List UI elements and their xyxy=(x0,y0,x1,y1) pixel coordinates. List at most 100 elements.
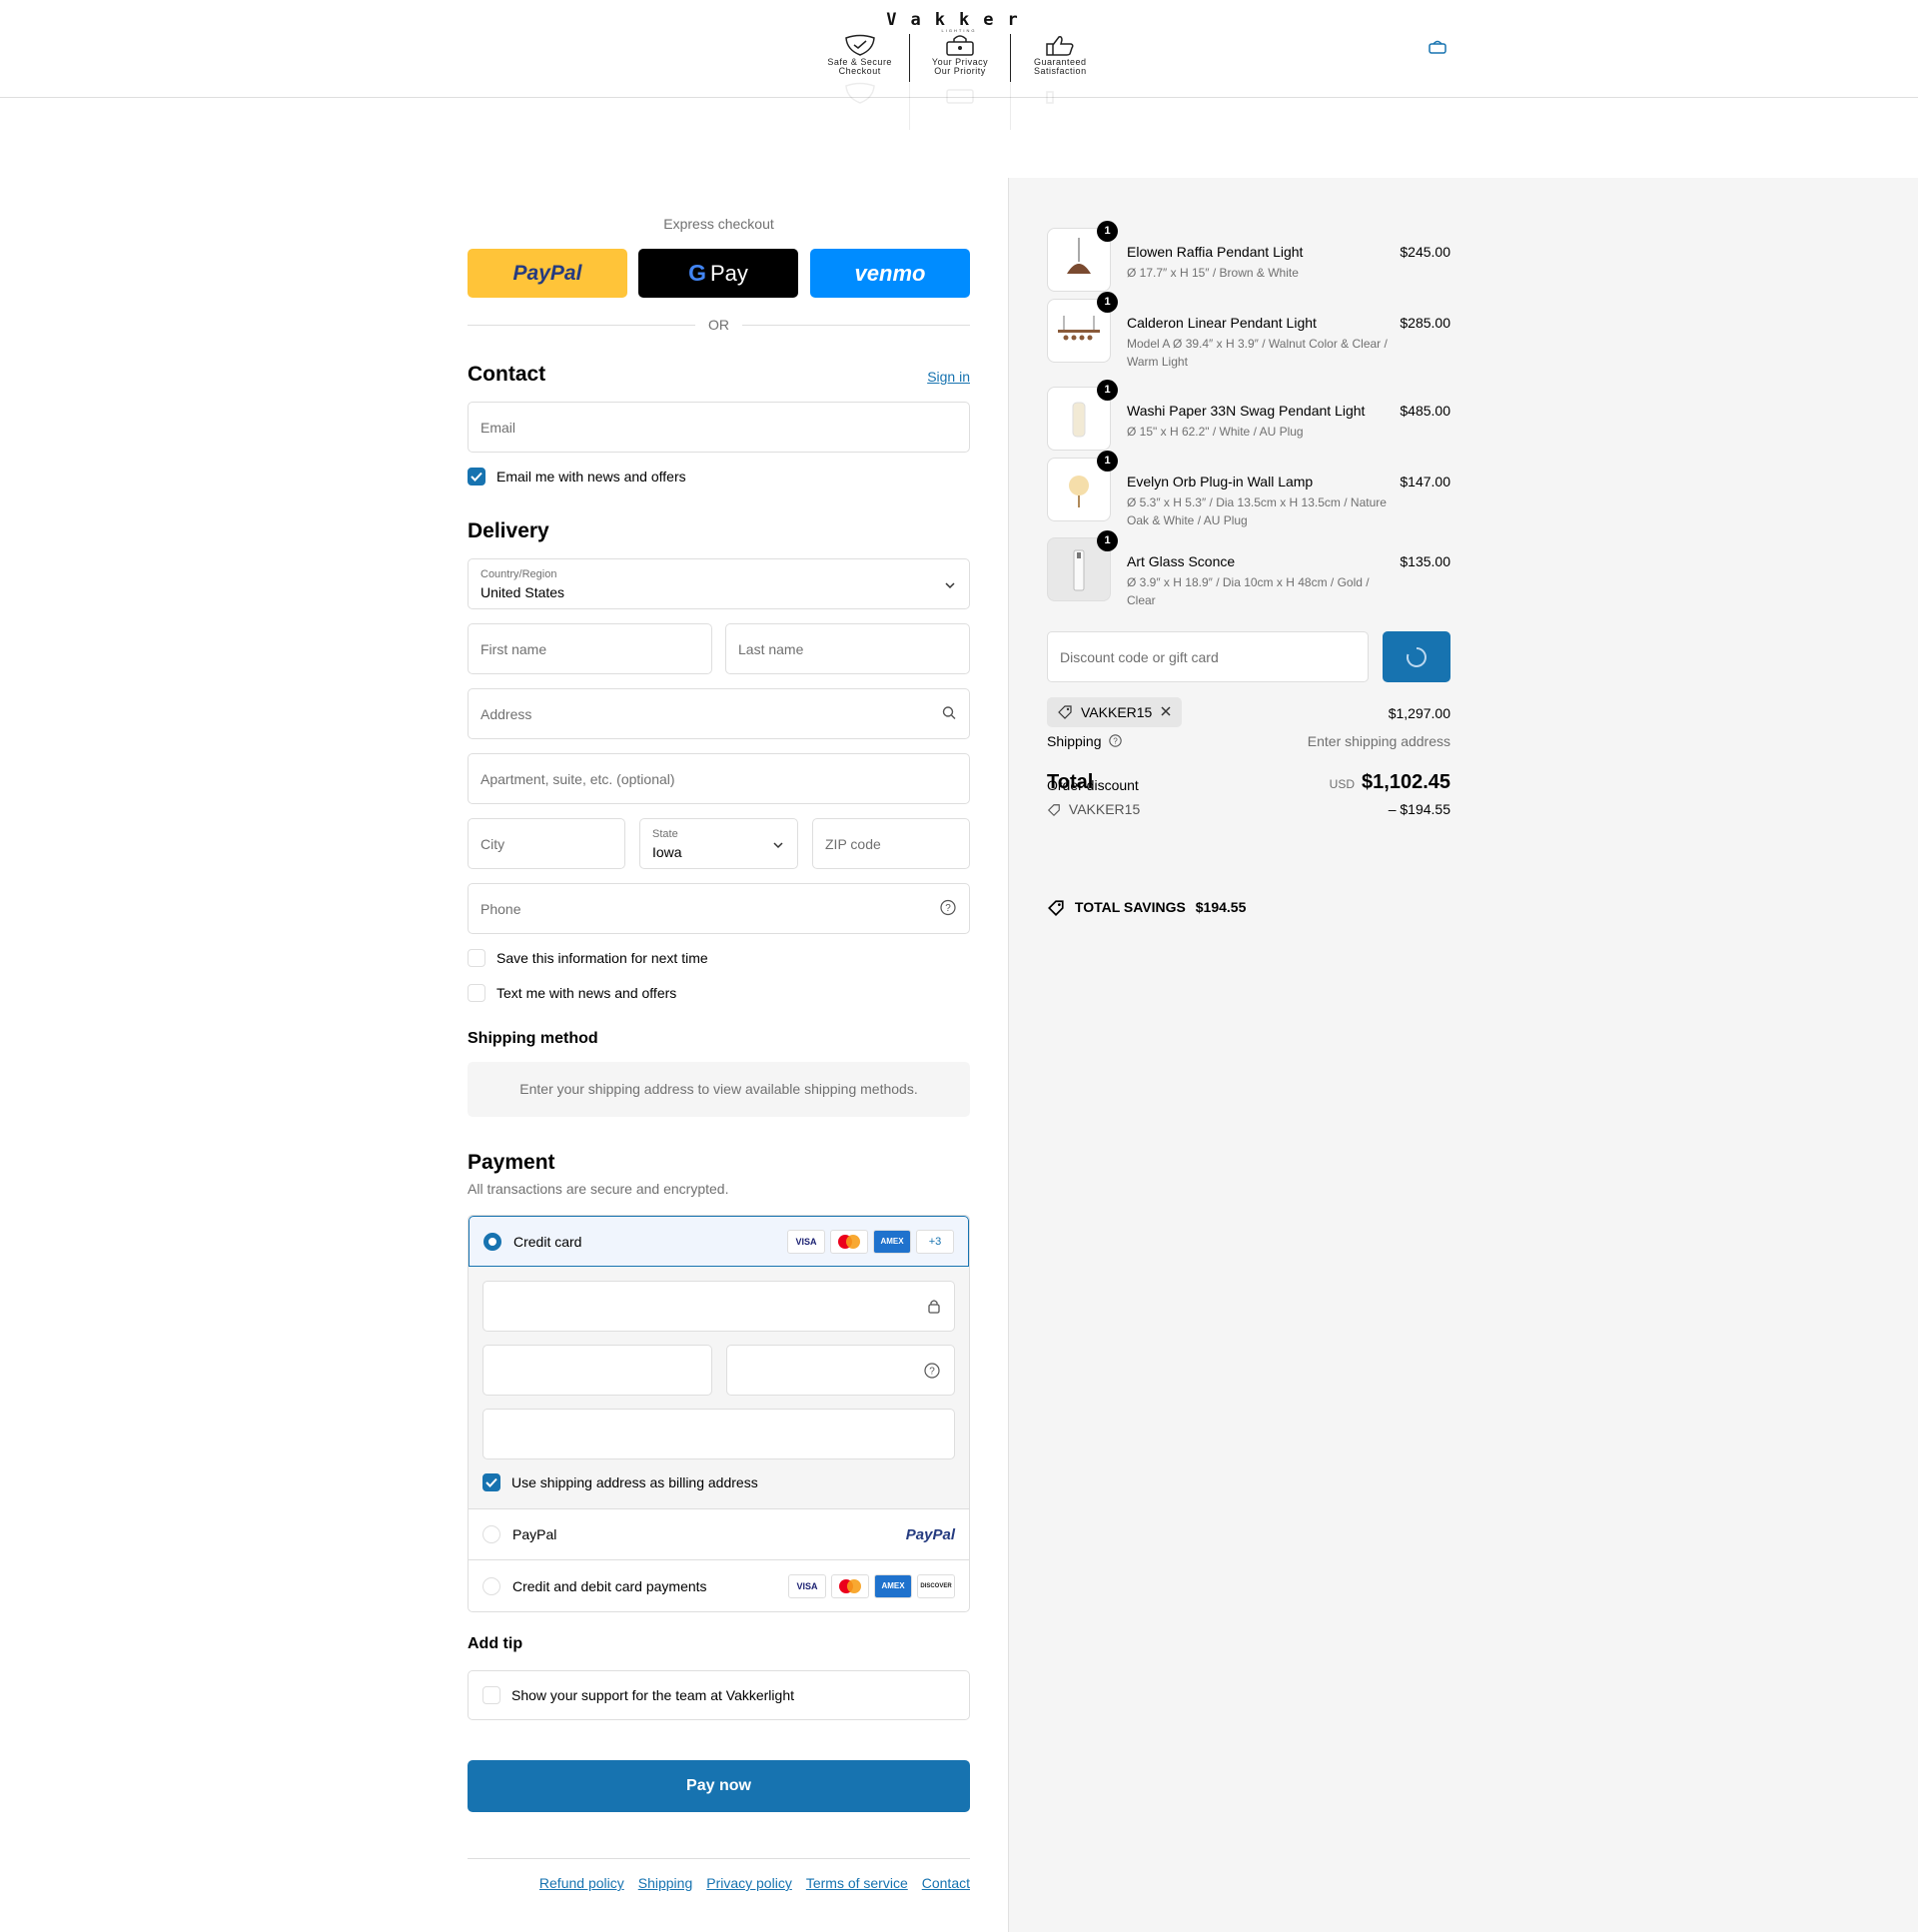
country-select[interactable]: Country/Region United States xyxy=(468,558,970,609)
billing-same-checkbox[interactable] xyxy=(482,1473,500,1491)
credit-card-radio[interactable] xyxy=(483,1232,501,1251)
remove-discount-icon[interactable] xyxy=(1160,704,1172,720)
contact-link[interactable]: Contact xyxy=(922,1875,970,1891)
footer-divider xyxy=(468,1858,970,1859)
credit-card-option[interactable]: Credit card VISA AMEX +3 xyxy=(469,1216,969,1267)
billing-same-label: Use shipping address as billing address xyxy=(511,1474,758,1490)
total-row: Total Order discount USD $1,102.45 xyxy=(1047,771,1450,801)
discount-code-input[interactable]: Discount code or gift card xyxy=(1047,631,1369,682)
paypal-express-button[interactable]: PayPal xyxy=(468,249,627,298)
email-news-checkbox-row[interactable]: Email me with news and offers xyxy=(468,468,686,485)
item-name: Art Glass Sconce xyxy=(1127,553,1236,569)
shopping-bag-icon[interactable] xyxy=(1429,40,1446,57)
phone-field[interactable]: Phone ? xyxy=(468,883,970,934)
amex-icon: AMEX xyxy=(873,1229,911,1254)
currency-label: USD xyxy=(1329,777,1355,791)
expiration-date-field[interactable] xyxy=(482,1345,712,1396)
help-circle-icon[interactable]: ? xyxy=(940,899,956,918)
subtotal-value: $1,297.00 xyxy=(1388,705,1450,721)
item-price: $135.00 xyxy=(1400,553,1450,569)
save-info-checkbox[interactable] xyxy=(468,949,485,967)
footer-links: Refund policy Shipping Privacy policy Te… xyxy=(539,1875,970,1891)
total-savings-label: TOTAL SAVINGS xyxy=(1074,899,1186,915)
paypal-option[interactable]: PayPal PayPal xyxy=(469,1509,969,1560)
mastercard-icon xyxy=(831,1573,869,1598)
lock-icon xyxy=(946,89,974,104)
badge-ghost xyxy=(1011,82,1110,152)
tip-checkbox-row[interactable]: Show your support for the team at Vakker… xyxy=(468,1670,970,1720)
discount-placeholder: Discount code or gift card xyxy=(1060,648,1219,665)
tag-icon xyxy=(1058,705,1072,719)
address-field[interactable]: Address xyxy=(468,688,970,739)
privacy-policy-link[interactable]: Privacy policy xyxy=(706,1875,792,1891)
paypal-logo: PayPal xyxy=(512,261,582,285)
brand-logo[interactable]: Vakker xyxy=(0,10,1918,30)
name-on-card-field[interactable] xyxy=(482,1409,955,1459)
debit-card-radio[interactable] xyxy=(482,1576,500,1595)
gpay-label: Pay xyxy=(709,260,748,286)
help-circle-icon[interactable]: ? xyxy=(1109,734,1123,750)
checkmark-icon xyxy=(485,1477,497,1487)
security-code-field[interactable]: ? xyxy=(726,1345,955,1396)
discover-icon: DISCOVER xyxy=(917,1573,955,1598)
line-item: 1 Evelyn Orb Plug-in Wall Lamp Ø 5.3″ x … xyxy=(1047,451,1450,527)
last-name-field[interactable]: Last name xyxy=(725,623,970,674)
email-field[interactable]: Email xyxy=(468,402,970,453)
badge-privacy: Your Privacy Our Priority xyxy=(910,34,1009,84)
search-icon xyxy=(942,705,956,722)
total-savings-value: $194.55 xyxy=(1195,899,1247,915)
apartment-placeholder: Apartment, suite, etc. (optional) xyxy=(480,770,675,787)
save-info-checkbox-row[interactable]: Save this information for next time xyxy=(468,949,708,967)
badge-line: Checkout xyxy=(838,66,881,76)
lock-icon xyxy=(946,35,974,56)
shipping-link[interactable]: Shipping xyxy=(638,1875,693,1891)
quantity-badge: 1 xyxy=(1097,451,1118,472)
thumbs-up-icon xyxy=(1046,36,1074,56)
discount-code-row-label: VAKKER15 xyxy=(1068,801,1141,817)
credit-card-label: Credit card xyxy=(513,1233,582,1250)
text-me-checkbox[interactable] xyxy=(468,984,485,1002)
shipping-method-message: Enter your shipping address to view avai… xyxy=(468,1062,970,1117)
shipping-row: Shipping ? Enter shipping address xyxy=(1047,733,1450,750)
email-placeholder: Email xyxy=(480,419,516,436)
terms-of-service-link[interactable]: Terms of service xyxy=(806,1875,908,1891)
email-news-checkbox[interactable] xyxy=(468,468,485,485)
shield-check-icon xyxy=(844,34,875,56)
refund-policy-link[interactable]: Refund policy xyxy=(539,1875,624,1891)
google-g-icon: G xyxy=(688,260,706,286)
save-info-label: Save this information for next time xyxy=(496,950,708,966)
item-variant: Ø 15" x H 62.2" / White / AU Plug xyxy=(1127,425,1304,439)
apartment-field[interactable]: Apartment, suite, etc. (optional) xyxy=(468,753,970,804)
item-price: $485.00 xyxy=(1400,403,1450,419)
quantity-badge: 1 xyxy=(1097,292,1118,313)
first-name-field[interactable]: First name xyxy=(468,623,712,674)
item-price: $285.00 xyxy=(1400,315,1450,331)
google-pay-button[interactable]: G Pay xyxy=(638,249,798,298)
state-select[interactable]: State Iowa xyxy=(639,818,798,869)
debit-card-option[interactable]: Credit and debit card payments VISA AMEX… xyxy=(469,1560,969,1611)
city-field[interactable]: City xyxy=(468,818,625,869)
quantity-badge: 1 xyxy=(1097,530,1118,551)
sign-in-link[interactable]: Sign in xyxy=(927,369,970,385)
chevron-down-icon xyxy=(772,836,784,852)
card-number-field[interactable] xyxy=(482,1281,955,1332)
item-variant: Ø 17.7″ x H 15″ / Brown & White xyxy=(1127,266,1299,280)
badge-line: Satisfaction xyxy=(1034,66,1087,76)
billing-same-checkbox-row[interactable]: Use shipping address as billing address xyxy=(482,1473,758,1491)
country-value: United States xyxy=(480,584,565,600)
tip-checkbox[interactable] xyxy=(482,1686,500,1704)
state-value: Iowa xyxy=(652,844,682,860)
text-me-checkbox-row[interactable]: Text me with news and offers xyxy=(468,984,676,1002)
venmo-button[interactable]: venmo xyxy=(810,249,970,298)
help-circle-icon[interactable]: ? xyxy=(924,1363,940,1382)
visa-icon: VISA xyxy=(788,1573,826,1598)
paypal-radio[interactable] xyxy=(482,1525,500,1543)
trust-badges: Safe & Secure Checkout Your Privacy Our … xyxy=(810,34,1110,84)
payment-heading: Payment xyxy=(468,1151,555,1174)
brand-logo-sub: LIGHTING xyxy=(941,28,977,33)
apply-discount-button[interactable] xyxy=(1383,631,1450,682)
item-variant: Ø 5.3″ x H 5.3″ / Dia 13.5cm x H 13.5cm … xyxy=(1127,495,1387,527)
zip-field[interactable]: ZIP code xyxy=(812,818,970,869)
line-item: 1 Calderon Linear Pendant Light Model A … xyxy=(1047,292,1450,369)
pay-now-button[interactable]: Pay now xyxy=(468,1760,970,1812)
